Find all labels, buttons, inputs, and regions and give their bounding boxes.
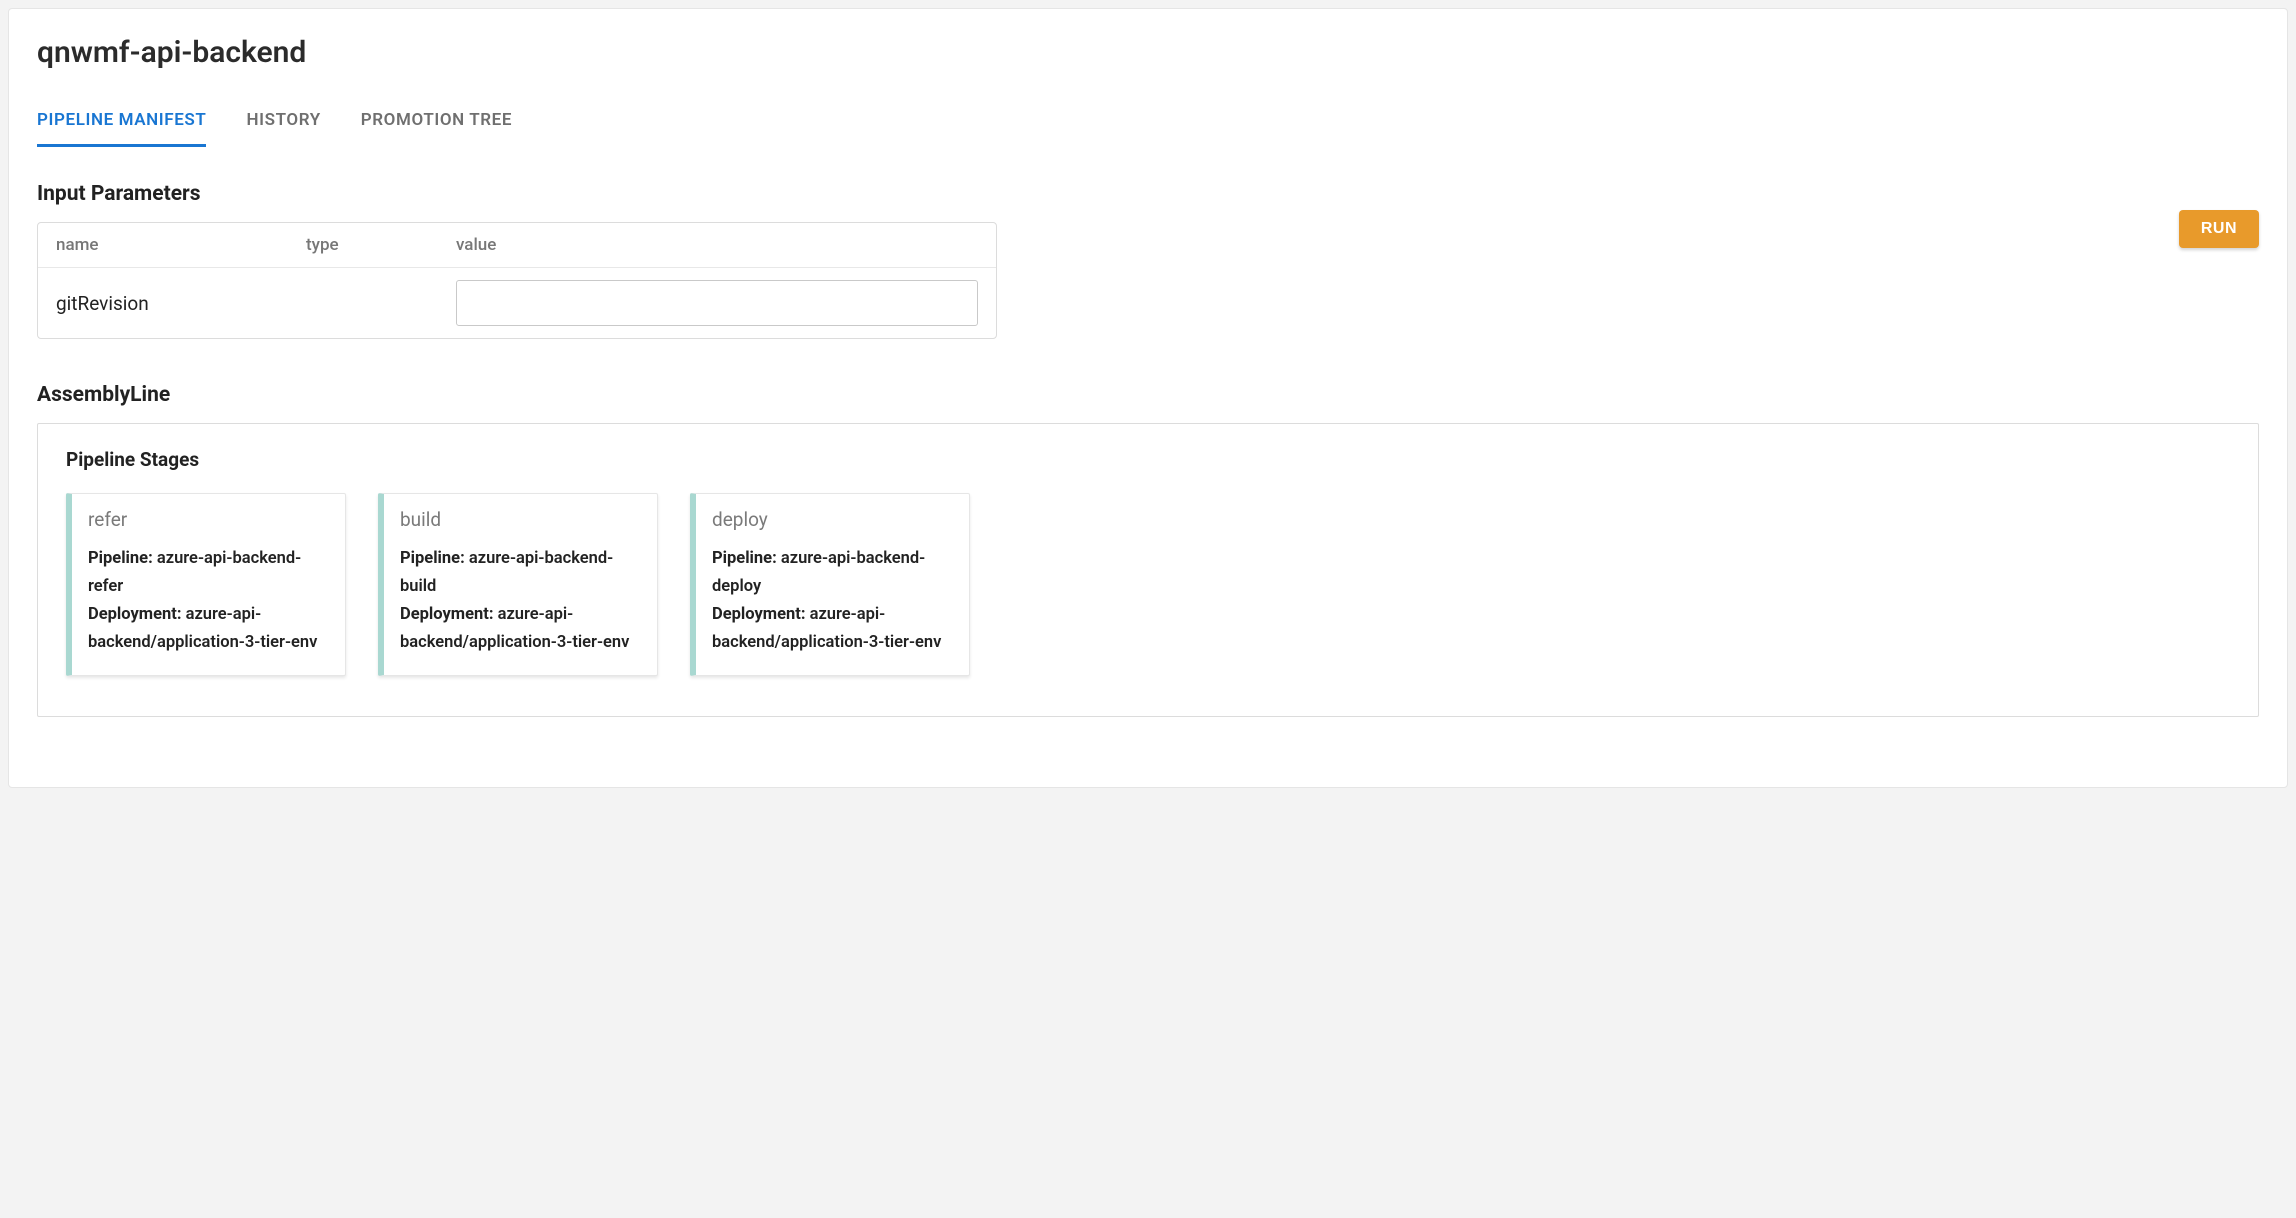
stage-name: refer: [88, 508, 327, 531]
param-name: gitRevision: [56, 292, 306, 315]
stage-card-build[interactable]: build Pipeline: azure-api-backend-build …: [378, 493, 658, 676]
page-title: qnwmf-api-backend: [37, 35, 2259, 70]
stage-card-refer[interactable]: refer Pipeline: azure-api-backend-refer …: [66, 493, 346, 676]
stage-pipeline-line: Pipeline: azure-api-backend-build: [400, 545, 639, 601]
stage-pipeline-line: Pipeline: azure-api-backend-refer: [88, 545, 327, 601]
tab-pipeline-manifest[interactable]: PIPELINE MANIFEST: [37, 100, 206, 147]
assembly-heading: AssemblyLine: [37, 383, 2259, 407]
stage-pipeline-label: Pipeline:: [88, 549, 153, 568]
input-params-table: name type value gitRevision: [37, 222, 997, 339]
stage-name: build: [400, 508, 639, 531]
tabs: PIPELINE MANIFEST HISTORY PROMOTION TREE: [37, 100, 2259, 148]
assembly-box: Pipeline Stages refer Pipeline: azure-ap…: [37, 423, 2259, 717]
input-params-header-row: name type value: [38, 223, 996, 268]
input-params-section: Input Parameters name type value gitRevi…: [37, 182, 997, 339]
stage-pipeline-label: Pipeline:: [712, 549, 777, 568]
main-panel: qnwmf-api-backend PIPELINE MANIFEST HIST…: [8, 8, 2288, 788]
run-button[interactable]: RUN: [2179, 210, 2259, 248]
tab-promotion-tree[interactable]: PROMOTION TREE: [361, 100, 512, 147]
stage-pipeline-line: Pipeline: azure-api-backend-deploy: [712, 545, 951, 601]
stage-name: deploy: [712, 508, 951, 531]
input-params-row: gitRevision: [38, 268, 996, 338]
pipeline-stages-row: refer Pipeline: azure-api-backend-refer …: [66, 493, 2230, 676]
input-params-col-name: name: [56, 235, 306, 255]
stage-deployment-line: Deployment: azure-api-backend/applicatio…: [712, 601, 951, 657]
assembly-section: AssemblyLine Pipeline Stages refer Pipel…: [37, 383, 2259, 717]
param-value-input[interactable]: [456, 280, 978, 326]
stage-card-deploy[interactable]: deploy Pipeline: azure-api-backend-deplo…: [690, 493, 970, 676]
tab-history[interactable]: HISTORY: [246, 100, 320, 147]
input-params-heading: Input Parameters: [37, 182, 997, 206]
stage-pipeline-label: Pipeline:: [400, 549, 465, 568]
input-run-row: Input Parameters name type value gitRevi…: [37, 182, 2259, 339]
stage-deployment-label: Deployment:: [88, 605, 181, 624]
stage-deployment-label: Deployment:: [400, 605, 493, 624]
pipeline-stages-heading: Pipeline Stages: [66, 448, 2230, 471]
stage-deployment-line: Deployment: azure-api-backend/applicatio…: [88, 601, 327, 657]
stage-deployment-label: Deployment:: [712, 605, 805, 624]
param-value-cell: [456, 280, 978, 326]
input-params-col-type: type: [306, 235, 456, 255]
input-params-col-value: value: [456, 235, 978, 255]
stage-deployment-line: Deployment: azure-api-backend/applicatio…: [400, 601, 639, 657]
